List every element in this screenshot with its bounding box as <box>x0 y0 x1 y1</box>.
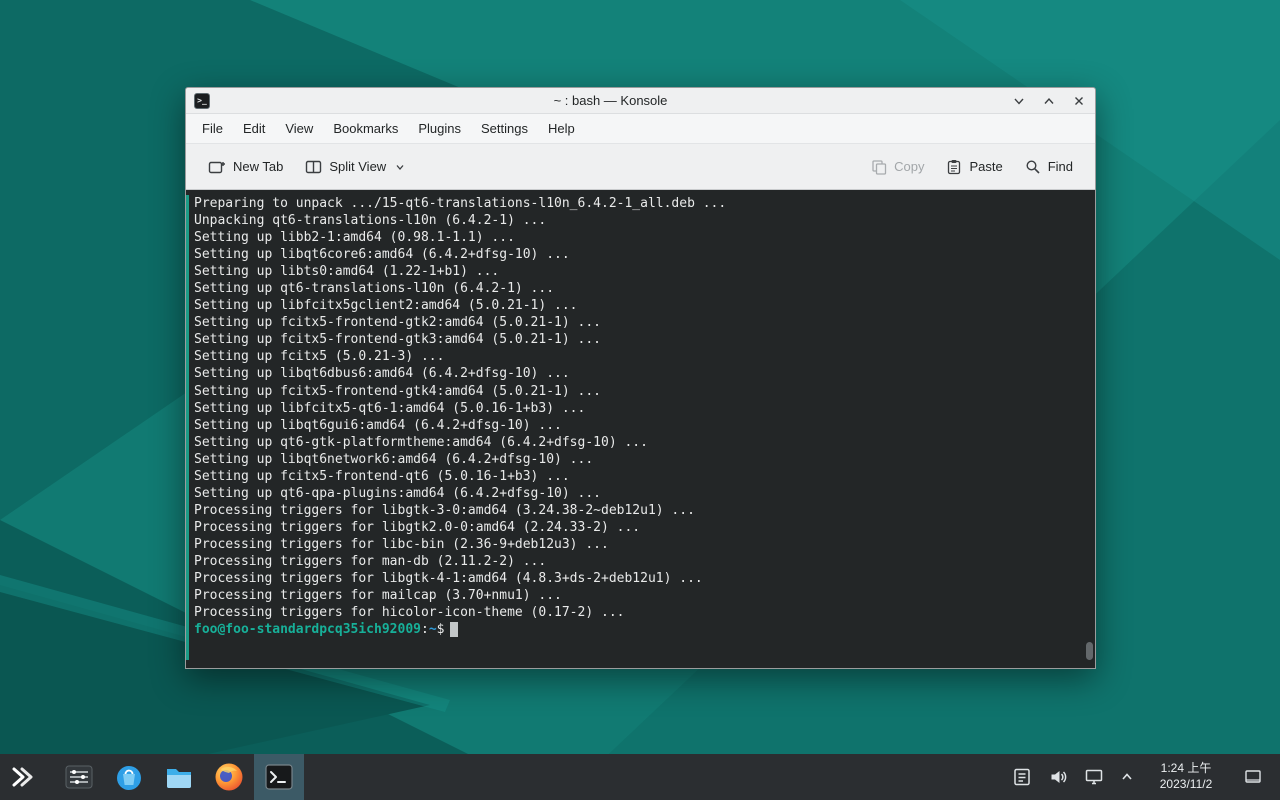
scroll-activity-indicator <box>186 195 189 660</box>
terminal-line: Processing triggers for man-db (2.11.2-2… <box>194 553 1081 570</box>
show-desktop-icon <box>1244 768 1262 786</box>
minimize-button[interactable] <box>1011 93 1027 109</box>
terminal-line: Setting up libb2-1:amd64 (0.98.1-1.1) ..… <box>194 229 1081 246</box>
split-view-button[interactable]: Split View <box>297 153 413 181</box>
menu-bookmarks[interactable]: Bookmarks <box>323 117 408 140</box>
taskbar-item-discover[interactable] <box>104 754 154 800</box>
kde-launcher-icon <box>9 764 35 790</box>
find-button[interactable]: Find <box>1017 153 1081 181</box>
taskbar-item-file-manager[interactable] <box>154 754 204 800</box>
terminal-line: Unpacking qt6-translations-l10n (6.4.2-1… <box>194 212 1081 229</box>
terminal-line: Setting up libqt6dbus6:amd64 (6.4.2+dfsg… <box>194 365 1081 382</box>
terminal-line: Setting up libqt6network6:amd64 (6.4.2+d… <box>194 451 1081 468</box>
menu-plugins[interactable]: Plugins <box>408 117 471 140</box>
new-tab-label: New Tab <box>233 159 283 174</box>
terminal-line: Processing triggers for mailcap (3.70+nm… <box>194 587 1081 604</box>
prompt-line: foo@foo-standardpcq35ich92009:~$ <box>194 621 1081 638</box>
clock-date: 2023/11/2 <box>1156 777 1216 793</box>
terminal-line: Preparing to unpack .../15-qt6-translati… <box>194 195 1081 212</box>
maximize-button[interactable] <box>1041 93 1057 109</box>
terminal-line: Setting up qt6-qpa-plugins:amd64 (6.4.2+… <box>194 485 1081 502</box>
terminal-line: Setting up qt6-translations-l10n (6.4.2-… <box>194 280 1081 297</box>
copy-icon <box>871 159 887 175</box>
volume-icon[interactable] <box>1048 767 1068 787</box>
menu-edit[interactable]: Edit <box>233 117 275 140</box>
prompt-user-host: foo@foo-standardpcq35ich92009 <box>194 621 421 638</box>
discover-icon <box>114 762 144 792</box>
system-tray: 1:24 上午 2023/11/2 <box>1012 761 1280 792</box>
menu-file[interactable]: File <box>192 117 233 140</box>
find-icon <box>1025 159 1041 175</box>
tray-expander-icon[interactable] <box>1120 770 1134 784</box>
terminal-line: Setting up qt6-gtk-platformtheme:amd64 (… <box>194 434 1081 451</box>
konsole-window-icon: >_ <box>194 93 210 109</box>
new-tab-button[interactable]: New Tab <box>200 153 291 181</box>
menubar: File Edit View Bookmarks Plugins Setting… <box>186 114 1095 144</box>
terminal-line: Setting up fcitx5-frontend-gtk4:amd64 (5… <box>194 383 1081 400</box>
terminal-output: Preparing to unpack .../15-qt6-translati… <box>194 195 1081 621</box>
taskbar-item-firefox[interactable] <box>204 754 254 800</box>
show-desktop-button[interactable] <box>1238 768 1270 786</box>
toolbar: New Tab Split View Copy <box>186 144 1095 190</box>
terminal-line: Setting up libqt6gui6:amd64 (6.4.2+dfsg-… <box>194 417 1081 434</box>
terminal[interactable]: Preparing to unpack .../15-qt6-translati… <box>186 190 1095 668</box>
terminal-line: Setting up fcitx5-frontend-gtk3:amd64 (5… <box>194 331 1081 348</box>
new-tab-icon <box>208 159 226 175</box>
paste-button[interactable]: Paste <box>938 153 1010 181</box>
taskbar-item-pager[interactable] <box>54 754 104 800</box>
window-titlebar[interactable]: >_ ~ : bash — Konsole <box>186 88 1095 114</box>
copy-label: Copy <box>894 159 924 174</box>
clock-time: 1:24 上午 <box>1156 761 1216 777</box>
konsole-icon <box>264 762 294 792</box>
copy-button[interactable]: Copy <box>863 153 932 181</box>
terminal-line: Processing triggers for libgtk-4-1:amd64… <box>194 570 1081 587</box>
terminal-line: Processing triggers for hicolor-icon-the… <box>194 604 1081 621</box>
terminal-line: Setting up fcitx5-frontend-qt6 (5.0.16-1… <box>194 468 1081 485</box>
display-icon[interactable] <box>1084 767 1104 787</box>
terminal-scrollbar[interactable] <box>1083 190 1095 668</box>
firefox-icon <box>213 761 245 793</box>
terminal-line: Setting up fcitx5-frontend-gtk2:amd64 (5… <box>194 314 1081 331</box>
pager-icon <box>64 762 94 792</box>
split-view-icon <box>305 159 322 175</box>
notifications-icon[interactable] <box>1012 767 1032 787</box>
menu-settings[interactable]: Settings <box>471 117 538 140</box>
taskbar: 1:24 上午 2023/11/2 <box>0 754 1280 800</box>
split-view-label: Split View <box>329 159 386 174</box>
scrollbar-handle[interactable] <box>1086 642 1093 660</box>
app-launcher-button[interactable] <box>0 754 44 800</box>
terminal-line: Processing triggers for libgtk2.0-0:amd6… <box>194 519 1081 536</box>
terminal-line: Setting up libts0:amd64 (1.22-1+b1) ... <box>194 263 1081 280</box>
find-label: Find <box>1048 159 1073 174</box>
digital-clock[interactable]: 1:24 上午 2023/11/2 <box>1150 761 1222 792</box>
folder-icon <box>164 762 194 792</box>
chevron-down-icon <box>395 162 405 172</box>
close-button[interactable] <box>1071 93 1087 109</box>
terminal-line: Processing triggers for libgtk-3-0:amd64… <box>194 502 1081 519</box>
terminal-line: Setting up libfcitx5-qt6-1:amd64 (5.0.16… <box>194 400 1081 417</box>
terminal-cursor <box>450 622 458 637</box>
prompt-path: ~ <box>429 621 437 638</box>
terminal-line: Processing triggers for libc-bin (2.36-9… <box>194 536 1081 553</box>
terminal-line: Setting up libfcitx5gclient2:amd64 (5.0.… <box>194 297 1081 314</box>
taskbar-item-konsole[interactable] <box>254 754 304 800</box>
prompt-symbol: $ <box>437 621 445 638</box>
terminal-line: Setting up fcitx5 (5.0.21-3) ... <box>194 348 1081 365</box>
desktop: >_ ~ : bash — Konsole File Edit View Boo… <box>0 0 1280 800</box>
paste-label: Paste <box>969 159 1002 174</box>
window-title: ~ : bash — Konsole <box>210 93 1011 108</box>
menu-view[interactable]: View <box>275 117 323 140</box>
konsole-window: >_ ~ : bash — Konsole File Edit View Boo… <box>185 87 1096 669</box>
paste-icon <box>946 159 962 175</box>
terminal-line: Setting up libqt6core6:amd64 (6.4.2+dfsg… <box>194 246 1081 263</box>
menu-help[interactable]: Help <box>538 117 585 140</box>
prompt-colon: : <box>421 621 429 638</box>
